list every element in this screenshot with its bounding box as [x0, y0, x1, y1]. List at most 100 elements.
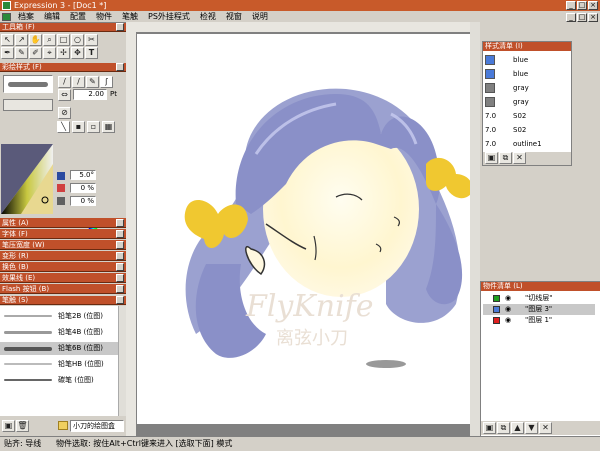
brush-panel-header[interactable]: 笔触 (S) [0, 296, 126, 305]
menu-ps-plugins[interactable]: PS外挂程式 [143, 11, 195, 22]
doc-restore-button[interactable]: □ [577, 13, 587, 22]
style-item[interactable]: 7.0 S02 [485, 109, 563, 123]
expand-icon[interactable] [116, 274, 124, 282]
panel-close-icon[interactable] [116, 63, 124, 71]
hand-icon[interactable]: ✋ [29, 34, 42, 46]
panel-transform[interactable]: 变形 (R) [0, 251, 126, 261]
fill-none-icon[interactable]: ╲ [57, 121, 70, 133]
drawing-canvas[interactable]: FlyKnife 离弦小刀 [136, 34, 480, 424]
fill-solid-icon[interactable]: ▪ [72, 121, 85, 133]
duplicate-style-icon[interactable]: ⧉ [499, 152, 512, 164]
eye-icon[interactable]: ◉ [505, 315, 511, 326]
panel-close-icon[interactable] [116, 296, 124, 304]
text-tool-icon[interactable]: T [85, 47, 98, 59]
bezier-icon[interactable]: ✐ [29, 47, 42, 59]
expand-icon[interactable] [116, 252, 124, 260]
panel-close-icon[interactable] [116, 23, 124, 31]
doc-close-button[interactable]: × [588, 13, 598, 22]
expand-icon[interactable] [116, 263, 124, 271]
ellipse-icon[interactable]: ○ [71, 34, 84, 46]
expand-icon[interactable] [116, 219, 124, 227]
expand-icon[interactable] [116, 285, 124, 293]
delete-layer-icon[interactable]: ✕ [539, 422, 552, 434]
brush-icon[interactable]: ✎ [15, 47, 28, 59]
style-item[interactable]: blue [485, 53, 563, 67]
brush-folder-select[interactable]: 小刀的绘图盒 [70, 420, 124, 432]
panel-attributes[interactable]: 属性 (A) [0, 218, 126, 228]
menu-edit[interactable]: 编辑 [39, 11, 65, 22]
menu-config[interactable]: 配置 [65, 11, 91, 22]
style-item[interactable]: gray [485, 95, 563, 109]
move-down-icon[interactable]: ▼ [525, 422, 538, 434]
menu-stroke[interactable]: 笔触 [117, 11, 143, 22]
layer-color-box[interactable] [493, 306, 500, 313]
menu-view[interactable]: 检视 [195, 11, 221, 22]
size-input[interactable]: 2.00 [73, 89, 107, 100]
panel-pressure-width[interactable]: 笔压宽度 (W) [0, 240, 126, 250]
new-layer-icon[interactable]: ▣ [483, 422, 496, 434]
eyedropper-icon[interactable]: ⌖ [43, 47, 56, 59]
hue-swatch[interactable] [57, 172, 65, 180]
stroke-slider[interactable] [3, 99, 53, 111]
panel-font[interactable]: 字体 (F) [0, 229, 126, 239]
subselect-icon[interactable]: ↗ [15, 34, 28, 46]
rectangle-icon[interactable]: □ [57, 34, 70, 46]
red-swatch[interactable] [57, 184, 65, 192]
stroke-line-icon[interactable]: / [58, 76, 71, 88]
fill-pattern-icon[interactable]: ▦ [102, 121, 115, 133]
canvas-vertical-scrollbar[interactable] [470, 22, 480, 436]
node-icon[interactable]: ✢ [57, 47, 70, 59]
pen-icon[interactable]: ✒ [1, 47, 14, 59]
stroke-line2-icon[interactable]: / [72, 76, 85, 88]
eye-icon[interactable]: ◉ [505, 293, 511, 304]
paint-style-header[interactable]: 彩绘样式 (F) [0, 63, 126, 72]
stroke-preview[interactable] [3, 75, 53, 93]
delete-style-icon[interactable]: ✕ [513, 152, 526, 164]
stroke-brush-icon[interactable]: ✎ [86, 76, 99, 88]
brush-item-selected[interactable]: 铅笔6B (位图) [0, 342, 118, 355]
layer-color-box[interactable] [493, 295, 500, 302]
menu-object[interactable]: 物件 [91, 11, 117, 22]
fill-gradient-icon[interactable]: ▫ [87, 121, 100, 133]
object-item[interactable]: ◉ "切线层" [483, 293, 595, 304]
style-list-header[interactable]: 样式清单 (I) [483, 42, 571, 51]
document-icon[interactable] [2, 12, 11, 21]
eye-icon[interactable]: ◉ [505, 304, 511, 315]
layer-color-box[interactable] [493, 317, 500, 324]
style-item[interactable]: 7.0 S02 [485, 123, 563, 137]
menu-window[interactable]: 视窗 [221, 11, 247, 22]
toolbox-header[interactable]: 工具箱 (F) [0, 23, 126, 32]
object-item[interactable]: ◉ "图层 1" [483, 315, 595, 326]
close-button[interactable]: × [588, 1, 598, 10]
menu-help[interactable]: 说明 [247, 11, 273, 22]
size-link-icon[interactable]: ⇔ [58, 89, 71, 101]
select-arrow-icon[interactable]: ↖ [1, 34, 14, 46]
brush-item[interactable]: 铅笔2B (位图) [0, 310, 118, 323]
new-style-icon[interactable]: ▣ [485, 152, 498, 164]
color-picker[interactable] [1, 144, 53, 214]
doc-minimize-button[interactable]: _ [566, 13, 576, 22]
move-icon[interactable]: ✥ [71, 47, 84, 59]
duplicate-layer-icon[interactable]: ⧉ [497, 422, 510, 434]
angle-input[interactable]: 5.0° [70, 170, 96, 180]
delete-brush-icon[interactable]: 🗑 [16, 420, 29, 432]
gray-swatch[interactable] [57, 197, 65, 205]
brush-item[interactable]: 碳笔 (位图) [0, 374, 118, 387]
brush-item[interactable]: 铅笔4B (位图) [0, 326, 118, 339]
menu-file[interactable]: 档案 [13, 11, 39, 22]
zoom-icon[interactable]: ⌕ [43, 34, 56, 46]
object-list-header[interactable]: 物件清单 (L) [481, 282, 600, 291]
scissors-icon[interactable]: ✂ [85, 34, 98, 46]
style-item[interactable]: blue [485, 67, 563, 81]
percent-input-1[interactable]: 0 % [70, 183, 96, 193]
style-item[interactable]: 7.0 outline1 [485, 137, 563, 151]
expand-icon[interactable] [116, 230, 124, 238]
expand-icon[interactable] [116, 241, 124, 249]
style-item[interactable]: gray [485, 81, 563, 95]
panel-swap-color[interactable]: 换色 (B) [0, 262, 126, 272]
move-up-icon[interactable]: ▲ [511, 422, 524, 434]
minimize-button[interactable]: _ [566, 1, 576, 10]
object-item-selected[interactable]: ◉ "图层 3" [483, 304, 595, 315]
stroke-none-icon[interactable]: ⊘ [58, 107, 71, 119]
maximize-button[interactable]: □ [577, 1, 587, 10]
